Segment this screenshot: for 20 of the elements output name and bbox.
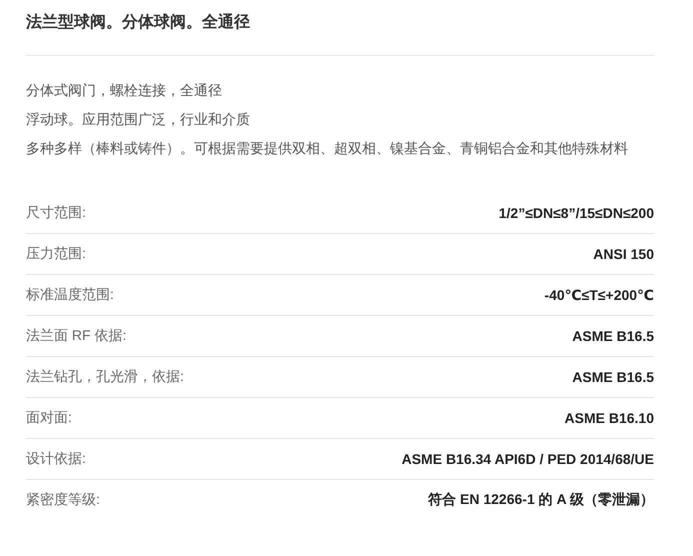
spec-label: 压力范围: bbox=[26, 245, 86, 263]
spec-label: 紧密度等级: bbox=[26, 491, 100, 509]
spec-value: ASME B16.5 bbox=[572, 328, 654, 344]
spec-label: 设计依据: bbox=[26, 450, 86, 468]
spec-value: 1/2”≤DN≤8”/15≤DN≤200 bbox=[498, 205, 654, 221]
spec-value: ASME B16.10 bbox=[564, 410, 654, 426]
spec-value: -40℃≤T≤+200℃ bbox=[544, 286, 654, 304]
spec-label: 法兰钻孔，孔光滑，依据: bbox=[26, 368, 184, 386]
spec-value: ASME B16.34 API6D / PED 2014/68/UE bbox=[402, 451, 654, 467]
spec-value: ANSI 150 bbox=[593, 246, 654, 262]
spec-label: 法兰面 RF 依据: bbox=[26, 327, 126, 345]
description-line: 浮动球。应用范围广泛，行业和介质 bbox=[26, 110, 251, 129]
description-line: 分体式阀门，螺栓连接，全通径 bbox=[26, 81, 223, 100]
description-line: 多种多样（棒料或铸件）。可根据需要提供双相、超双相、镍基合金、青铜铝合金和其他特殊材料 bbox=[26, 139, 629, 158]
product-title: 法兰型球阀。分体球阀。全通径 bbox=[26, 12, 251, 33]
spec-value: 符合 EN 12266-1 的 A 级（零泄漏） bbox=[428, 491, 654, 509]
spec-label: 面对面: bbox=[26, 409, 72, 427]
spec-value: ASME B16.5 bbox=[572, 369, 654, 385]
spec-label: 标准温度范围: bbox=[26, 286, 114, 304]
spec-label: 尺寸范围: bbox=[26, 204, 86, 222]
